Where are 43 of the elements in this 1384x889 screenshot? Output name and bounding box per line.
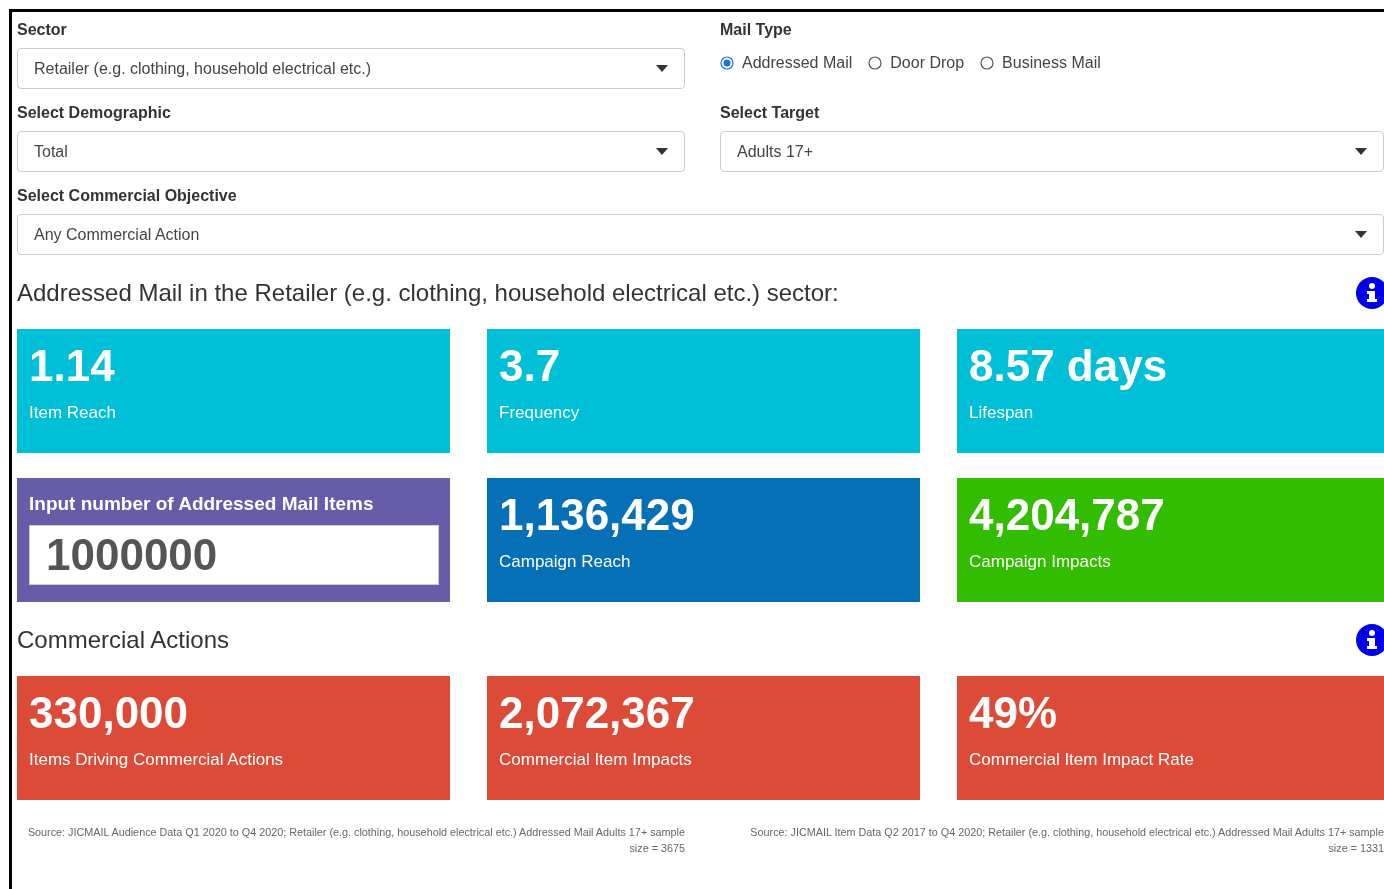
stat-value: 330,000 [29, 688, 190, 739]
caret-icon [1355, 231, 1367, 238]
info-icon[interactable] [1356, 277, 1384, 309]
radio-label[interactable]: Addressed Mail [742, 51, 853, 75]
radio-button[interactable] [868, 56, 883, 70]
radio-button[interactable] [980, 56, 995, 70]
input-label: Input number of Addressed Mail Items [29, 492, 374, 516]
target-dropdown[interactable]: Adults 17+ [720, 131, 1384, 172]
field-label: Select Commercial Objective [17, 186, 237, 206]
stat-label: Frequency [499, 401, 580, 424]
section-heading: Commercial Actions [17, 625, 230, 655]
stat-label: Item Reach [29, 401, 116, 424]
radio-label[interactable]: Door Drop [890, 51, 965, 75]
stat-value: 1,136,429 [499, 490, 696, 541]
field-label: Select Demographic [17, 103, 171, 123]
sector-dropdown[interactable]: Retailer (e.g. clothing, household electrical etc.) [17, 48, 685, 89]
stat-label: Campaign Reach [499, 550, 631, 573]
caret-icon [1355, 148, 1367, 155]
info-icon[interactable] [1356, 624, 1384, 656]
section-heading: Addressed Mail in the Retailer (e.g. clothing, household electrical etc.) sector: [17, 278, 839, 308]
field-label: Mail Type [720, 20, 792, 40]
caret-icon [656, 148, 668, 155]
radio-button[interactable] [720, 56, 734, 70]
field-label: Select Target [720, 103, 820, 123]
caret-icon [656, 65, 668, 72]
number-input[interactable]: 1000000 [29, 524, 439, 585]
objective-dropdown[interactable]: Any Commercial Action [17, 214, 1384, 255]
stat-value: 4,204,787 [969, 490, 1166, 541]
radio-label[interactable]: Business Mail [1002, 51, 1101, 75]
source-note: Source: JICMAIL Item Data Q2 2017 to Q4 2020; Retailer (e.g. clothing, household electrical etc.) Addressed Mail Adults 17+ sample size = 1331 [749, 825, 1384, 857]
stat-label: Lifespan [969, 401, 1034, 424]
stat-label: Commercial Item Impacts [499, 748, 692, 771]
stat-value: 49% [969, 688, 1059, 739]
stat-value: 2,072,367 [499, 688, 696, 739]
stat-value: 3.7 [499, 341, 562, 392]
stat-label: Commercial Item Impact Rate [969, 748, 1194, 771]
stat-label: Campaign Impacts [969, 550, 1111, 573]
stat-value: 8.57 days [969, 341, 1169, 392]
demographic-dropdown[interactable]: Total [17, 131, 685, 172]
source-note: Source: JICMAIL Audience Data Q1 2020 to Q4 2020; Retailer (e.g. clothing, household electrical etc.) Addressed Mail Adults 17+ sample size = 3675 [26, 825, 685, 857]
stat-label: Items Driving Commercial Actions [29, 748, 284, 771]
stat-value: 1.14 [29, 341, 116, 392]
field-label: Sector [17, 20, 67, 40]
